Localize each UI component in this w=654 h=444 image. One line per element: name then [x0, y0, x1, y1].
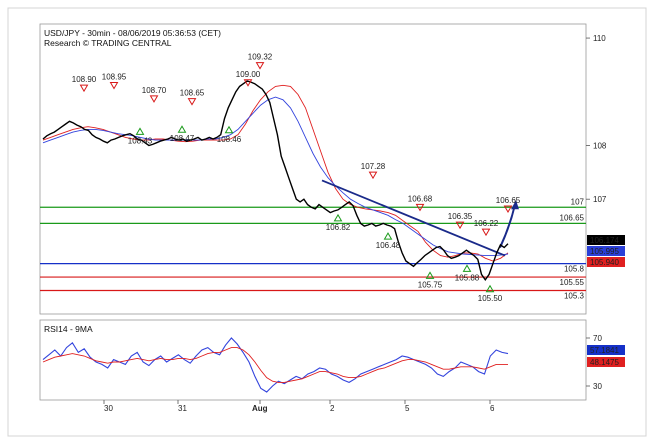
x-tick-label: 5	[405, 404, 410, 413]
high-label: 106.35	[448, 212, 473, 221]
level-label: 106.65	[560, 213, 585, 222]
high-label: 109.32	[248, 53, 273, 62]
x-tick-label: 30	[104, 404, 113, 413]
y-tick-label: 108	[593, 141, 607, 150]
high-label: 106.68	[408, 194, 433, 203]
chart-canvas: 107 106.65 105.8 105.55 105.3 108.90 108.95 10…	[7, 7, 647, 437]
level-label: 107	[571, 197, 585, 206]
rsi-box-label: 57.1841	[590, 346, 619, 355]
high-label: 108.95	[102, 72, 127, 81]
price-box-label: 106.174	[590, 236, 619, 245]
chart-frame: 107 106.65 105.8 105.55 105.3 108.90 108.95 10…	[0, 0, 654, 444]
low-label: 106.82	[326, 223, 351, 232]
high-label: 108.90	[72, 75, 97, 84]
x-tick-label: 2	[330, 404, 335, 413]
rsi-box-label: 48.1475	[590, 358, 619, 367]
price-panel	[39, 23, 587, 315]
x-tick-label: Aug	[252, 404, 268, 413]
rsi-y-tick-label: 30	[593, 382, 602, 391]
high-label: 108.70	[142, 86, 167, 95]
level-label: 105.8	[564, 265, 585, 274]
low-label: 108.47	[170, 134, 195, 143]
low-label: 105.88	[455, 273, 480, 282]
chart-title: USD/JPY - 30min - 08/06/2019 05:36:53 (C…	[44, 28, 221, 38]
rsi-y-tick-label: 70	[593, 334, 602, 343]
y-tick-label: 110	[593, 34, 606, 43]
high-label: 106.65	[496, 196, 521, 205]
price-box-label: 105.995	[590, 247, 619, 256]
y-tick-label: 107	[593, 195, 607, 204]
x-tick-label: 31	[178, 404, 187, 413]
low-label: 108.43	[128, 136, 153, 145]
high-label: 109.00	[236, 70, 261, 79]
rsi-panel	[39, 319, 587, 401]
price-box-label: 105.940	[590, 258, 619, 267]
high-label: 107.28	[361, 162, 386, 171]
level-label: 105.3	[564, 292, 585, 301]
chart-subtitle: Research © TRADING CENTRAL	[44, 38, 172, 48]
low-label: 105.50	[478, 294, 503, 303]
level-label: 105.55	[560, 278, 585, 287]
high-label: 108.65	[180, 89, 205, 98]
x-tick-label: 6	[490, 404, 495, 413]
rsi-label: RSI14 - 9MA	[44, 324, 93, 334]
low-label: 105.75	[418, 280, 443, 289]
low-label: 106.48	[376, 241, 401, 250]
high-label: 106.22	[474, 219, 499, 228]
low-label: 108.46	[217, 135, 242, 144]
